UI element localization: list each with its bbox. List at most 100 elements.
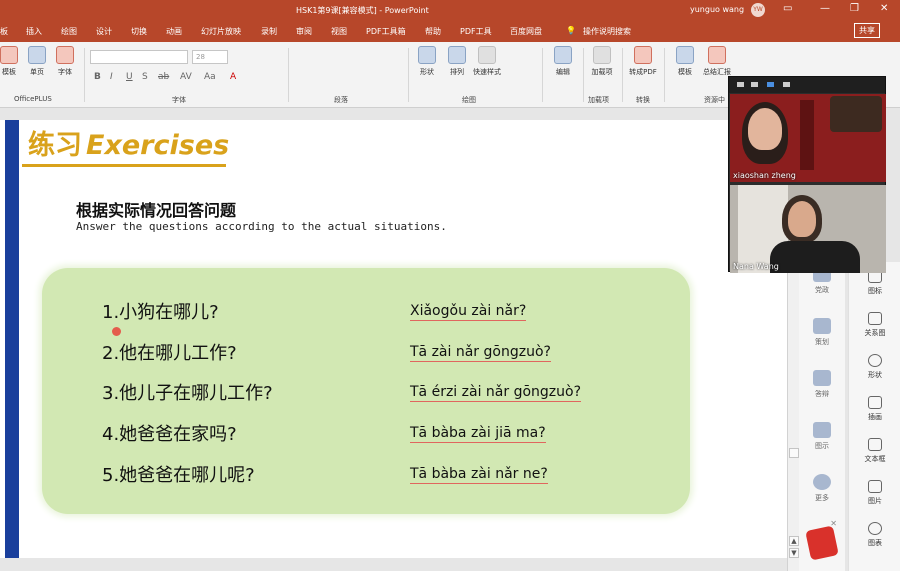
tab-insert[interactable]: 插入 <box>26 26 42 37</box>
tab-baidu-netdisk[interactable]: 百度网盘 <box>510 26 542 37</box>
close-icon[interactable]: ✕ <box>830 519 837 528</box>
question-cn: 2.他在哪儿工作? <box>102 343 237 364</box>
planning-icon <box>813 318 831 334</box>
group-paragraph: 段落 <box>334 96 348 104</box>
underline-button[interactable]: U <box>126 72 133 82</box>
font-color-button[interactable]: A <box>230 72 236 82</box>
separator <box>664 48 665 102</box>
tab-board[interactable]: 板 <box>0 26 8 37</box>
pane-item-relation[interactable]: 关系图 <box>849 312 900 338</box>
change-case-button[interactable]: Aa <box>204 72 216 82</box>
add-ins-icon <box>593 46 611 64</box>
font-name-box[interactable] <box>90 50 188 64</box>
avatar[interactable]: YW <box>751 3 765 17</box>
slide-heading: 练习 Exercises <box>28 123 229 162</box>
user-name[interactable]: yunguo wang <box>690 5 744 14</box>
grid-view-icon[interactable] <box>783 82 790 87</box>
relation-icon <box>868 312 882 325</box>
laser-pointer <box>112 327 121 336</box>
arrange-button[interactable]: 排列 <box>440 46 474 77</box>
quick-styles-button[interactable]: 快速样式 <box>470 46 504 77</box>
defense-icon <box>813 370 831 386</box>
tab-pdf-toolbox[interactable]: PDF工具箱 <box>366 26 406 37</box>
video-call-window[interactable]: xiaoshan zheng Nana Wang <box>728 76 886 273</box>
tab-draw[interactable]: 绘图 <box>61 26 77 37</box>
group-officeplus: OfficePLUS <box>14 95 52 103</box>
question-pinyin: Tā érzi zài nǎr gōngzuò? <box>410 384 581 402</box>
slide[interactable]: 练习 Exercises 根据实际情况回答问题 Answer the questi… <box>0 120 787 558</box>
pane-item-illustration[interactable]: 插画 <box>849 396 900 422</box>
restore-icon[interactable]: ❐ <box>850 3 859 14</box>
quick-styles-icon <box>478 46 496 64</box>
list-view-icon[interactable] <box>751 82 758 87</box>
pane-item-diagram[interactable]: 图示 <box>799 422 845 451</box>
char-spacing-button[interactable]: AV <box>180 72 192 82</box>
scroll-up-icon[interactable]: ▲ <box>789 536 799 546</box>
font-button[interactable]: 字体 <box>48 46 82 77</box>
tell-me-search[interactable]: 操作说明搜索 <box>583 26 631 37</box>
pane-item-shape[interactable]: 形状 <box>849 354 900 380</box>
separator <box>622 48 623 102</box>
add-ins-button[interactable]: 加载项 <box>585 46 619 77</box>
pane-item-more[interactable]: 更多 <box>799 474 845 503</box>
title-bar: HSK1第9课[兼容模式] - PowerPoint yunguo wang Y… <box>0 0 900 20</box>
tab-pdf-tools[interactable]: PDF工具 <box>460 26 492 37</box>
scroll-down-icon[interactable]: ▼ <box>789 548 799 558</box>
ribbon-display-icon[interactable]: ▭ <box>783 3 792 14</box>
close-icon[interactable]: ✕ <box>880 3 888 14</box>
diagram-icon <box>813 422 831 438</box>
separator <box>583 48 584 102</box>
tab-animations[interactable]: 动画 <box>166 26 182 37</box>
convert-pdf-button[interactable]: 转成PDF <box>626 46 660 77</box>
question-pinyin: Tā zài nǎr gōngzuò? <box>410 344 551 362</box>
tab-design[interactable]: 设计 <box>96 26 112 37</box>
tab-slideshow[interactable]: 幻灯片放映 <box>201 26 241 37</box>
tab-view[interactable]: 视图 <box>331 26 347 37</box>
participant-face <box>748 108 782 150</box>
italic-button[interactable]: I <box>110 72 113 82</box>
background-scroll <box>800 100 814 170</box>
tab-review[interactable]: 审阅 <box>296 26 312 37</box>
pane-item-icons[interactable]: 图标 <box>849 270 900 296</box>
minimize-icon[interactable]: — <box>820 3 830 14</box>
group-convert: 转换 <box>636 96 650 104</box>
pane-item-planning[interactable]: 策划 <box>799 318 845 347</box>
template-res-icon <box>676 46 694 64</box>
page-icon <box>28 46 46 64</box>
shadow-button[interactable]: S <box>142 72 148 82</box>
shapes-button[interactable]: 形状 <box>410 46 444 77</box>
editing-button[interactable]: 编辑 <box>546 46 580 77</box>
group-resources: 资源中 <box>704 96 725 104</box>
red-packet-icon[interactable]: ✕ <box>805 519 839 561</box>
arrange-icon <box>448 46 466 64</box>
scroll-thumb[interactable] <box>789 448 799 458</box>
pane-item-textbox[interactable]: 文本框 <box>849 438 900 464</box>
question-cn: 3.他儿子在哪儿工作? <box>102 383 273 404</box>
picture-icon <box>868 480 882 493</box>
tab-transitions[interactable]: 切换 <box>131 26 147 37</box>
tab-help[interactable]: 帮助 <box>425 26 441 37</box>
minimize-video-icon[interactable] <box>737 82 744 87</box>
share-button[interactable]: 共享 <box>854 23 880 38</box>
insert-pane: 图标 关系图 形状 插画 文本框 图片 图表 <box>848 262 900 571</box>
speaker-view-icon[interactable] <box>767 82 774 87</box>
separator <box>288 48 289 102</box>
background-decoration <box>830 96 882 132</box>
font-size-box[interactable]: 28 <box>192 50 228 64</box>
pane-item-picture[interactable]: 图片 <box>849 480 900 506</box>
video-tile[interactable]: xiaoshan zheng <box>730 94 886 182</box>
question-pinyin: Tā bàba zài nǎr ne? <box>410 466 548 484</box>
video-tile[interactable]: Nana Wang <box>730 185 886 273</box>
bold-button[interactable]: B <box>94 72 101 82</box>
strikethrough-button[interactable]: ab <box>158 72 169 82</box>
pane-item-defense[interactable]: 答辩 <box>799 370 845 399</box>
tab-record[interactable]: 录制 <box>261 26 277 37</box>
heading-underline <box>22 164 226 167</box>
textbox-icon <box>868 438 882 451</box>
question-cn: 1.小狗在哪儿? <box>102 302 219 323</box>
summary-report-button[interactable]: 总结汇报 <box>700 46 734 77</box>
question-pinyin: Tā bàba zài jiā ma? <box>410 425 546 443</box>
pane-item-chart[interactable]: 图表 <box>849 522 900 548</box>
template-res-button[interactable]: 模板 <box>668 46 702 77</box>
group-font: 字体 <box>172 96 186 104</box>
